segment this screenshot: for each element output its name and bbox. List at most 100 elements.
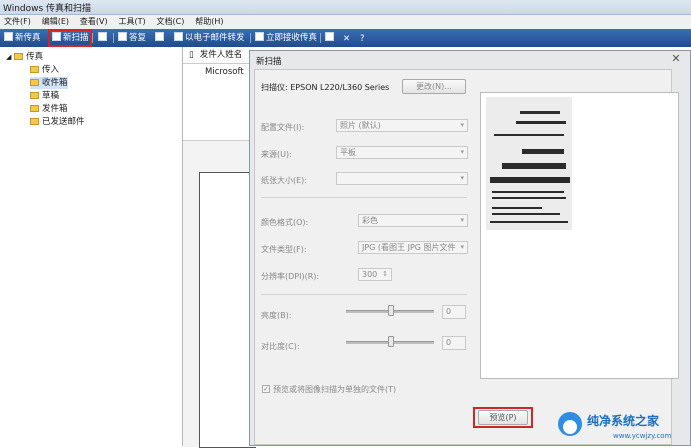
toolbar-separator [320,33,321,43]
help-button[interactable]: ? [360,31,367,45]
reply-button[interactable]: 答复 [118,31,146,45]
scanned-document-preview [486,97,572,230]
contrast-label: 对比度(C): [261,342,300,351]
menu-file[interactable]: 文件(F) [0,15,35,28]
menu-tools[interactable]: 工具(T) [114,15,149,28]
paper-size-label: 纸张大小(E): [261,176,307,185]
dialog-title: 新扫描 [256,57,282,67]
receive-icon [255,32,264,41]
print-icon [325,32,334,41]
new-fax-button[interactable]: 新传真 [4,31,41,45]
profile-value: 照片 (默认) [340,121,381,130]
sender-name: Microsoft [205,67,244,77]
scan-text-line [522,149,564,154]
folder-icon [30,66,39,73]
divider [261,294,467,295]
dpi-value: 300 [362,270,378,279]
contrast-input[interactable]: 0 [442,336,466,350]
scan-text-line [492,207,542,209]
tree-item-label: 收件箱 [42,78,68,88]
folder-tree: ◢ 传真 传入 收件箱 草稿 发件箱 已发送邮件 [0,47,183,446]
tree-item-incoming[interactable]: 传入 [30,64,59,76]
change-scanner-button[interactable]: 更改(N)... [402,79,466,94]
highlight-new-scan [48,29,92,47]
watermark-logo: 纯净系统之家 www.ycwjzy.com [558,409,691,446]
file-type-label: 文件类型(F): [261,245,307,254]
tree-item-label: 已发送邮件 [42,117,85,127]
separate-files-label: 预览或将图像扫描为单独的文件(T) [273,385,397,394]
file-type-value: JPG (看图王 JPG 图片文件 [362,243,456,252]
source-label: 来源(U): [261,150,292,159]
receive-fax-button[interactable]: 立即接收传真 [255,31,317,45]
tree-item-outbox[interactable]: 发件箱 [30,103,68,115]
menu-document[interactable]: 文档(C) [153,15,189,28]
color-format-value: 彩色 [362,216,378,225]
delete-icon: ✕ [343,34,351,44]
scan-text-line [490,177,570,183]
brightness-label: 亮度(B): [261,311,292,320]
scan-text-line [490,221,568,223]
scan-text-line [502,163,566,169]
tree-root-fax[interactable]: ◢ 传真 [6,51,43,63]
window-title: Windows 传真和扫描 [3,4,92,14]
dpi-spinner[interactable]: 300 ⇕ [358,268,392,281]
color-format-label: 颜色格式(O): [261,218,309,227]
doc-icon: ▯ [189,50,194,60]
fax-folder-icon [14,53,24,60]
print-button[interactable] [325,31,336,45]
folder-icon [30,92,39,99]
paper-size-select[interactable]: ▾ [336,172,468,185]
watermark-url: www.ycwjzy.com [613,432,672,440]
view-toggle-button[interactable] [98,31,109,45]
menu-edit[interactable]: 编辑(E) [38,15,73,28]
folder-icon [30,118,39,125]
toolbar-separator [250,33,251,43]
profile-select[interactable]: 照片 (默认) ▾ [336,119,468,132]
email-icon [174,32,183,41]
fax-icon [4,32,13,41]
reply-label: 答复 [129,33,147,43]
scan-text-line [520,111,560,114]
tree-item-sent[interactable]: 已发送邮件 [30,116,85,128]
separate-files-checkbox[interactable]: ✓ [262,385,270,393]
brightness-slider-thumb[interactable] [388,305,394,316]
forward-fax-icon-button[interactable] [155,31,166,45]
folder-icon [30,79,39,86]
chevron-down-icon: ▾ [460,121,464,129]
tree-item-label: 传入 [42,65,60,75]
tree-item-label: 发件箱 [42,104,68,114]
chevron-down-icon: ▾ [460,216,464,224]
tree-root-label: 传真 [26,52,44,62]
view-icon [98,32,107,41]
sender-column-label: 发件人姓名 [199,50,243,60]
spinner-arrows-icon: ⇕ [382,270,388,278]
tree-item-inbox[interactable]: 收件箱 [30,77,68,89]
source-select[interactable]: 平板 ▾ [336,146,468,159]
tree-item-label: 草稿 [42,91,60,101]
contrast-slider-thumb[interactable] [388,336,394,347]
brightness-input[interactable]: 0 [442,305,466,319]
dpi-label: 分辨率(DPI)(R): [261,272,320,281]
close-icon[interactable]: ✕ [666,52,686,66]
help-icon: ? [360,34,365,44]
preview-document [199,172,256,448]
scan-text-line [494,134,564,136]
menu-bar: 文件(F) 编辑(E) 查看(V) 工具(T) 文档(C) 帮助(H) [0,15,691,29]
delete-button[interactable]: ✕ [343,31,352,45]
menu-view[interactable]: 查看(V) [76,15,112,28]
scan-text-line [492,197,566,199]
scan-text-line [492,191,564,193]
highlight-preview [473,407,533,428]
color-format-select[interactable]: 彩色 ▾ [358,214,468,227]
divider [261,197,467,198]
forward-email-button[interactable]: 以电子邮件转发 [174,31,245,45]
tree-item-drafts[interactable]: 草稿 [30,90,59,102]
profile-label: 配置文件(I): [261,123,305,132]
file-type-select[interactable]: JPG (看图王 JPG 图片文件 ▾ [358,241,468,254]
receive-fax-label: 立即接收传真 [266,33,318,43]
chevron-down-icon: ▾ [460,174,464,182]
chevron-down-icon: ▾ [460,243,464,251]
forward-email-label: 以电子邮件转发 [185,33,245,43]
scan-text-line [516,121,566,124]
menu-help[interactable]: 帮助(H) [191,15,227,28]
